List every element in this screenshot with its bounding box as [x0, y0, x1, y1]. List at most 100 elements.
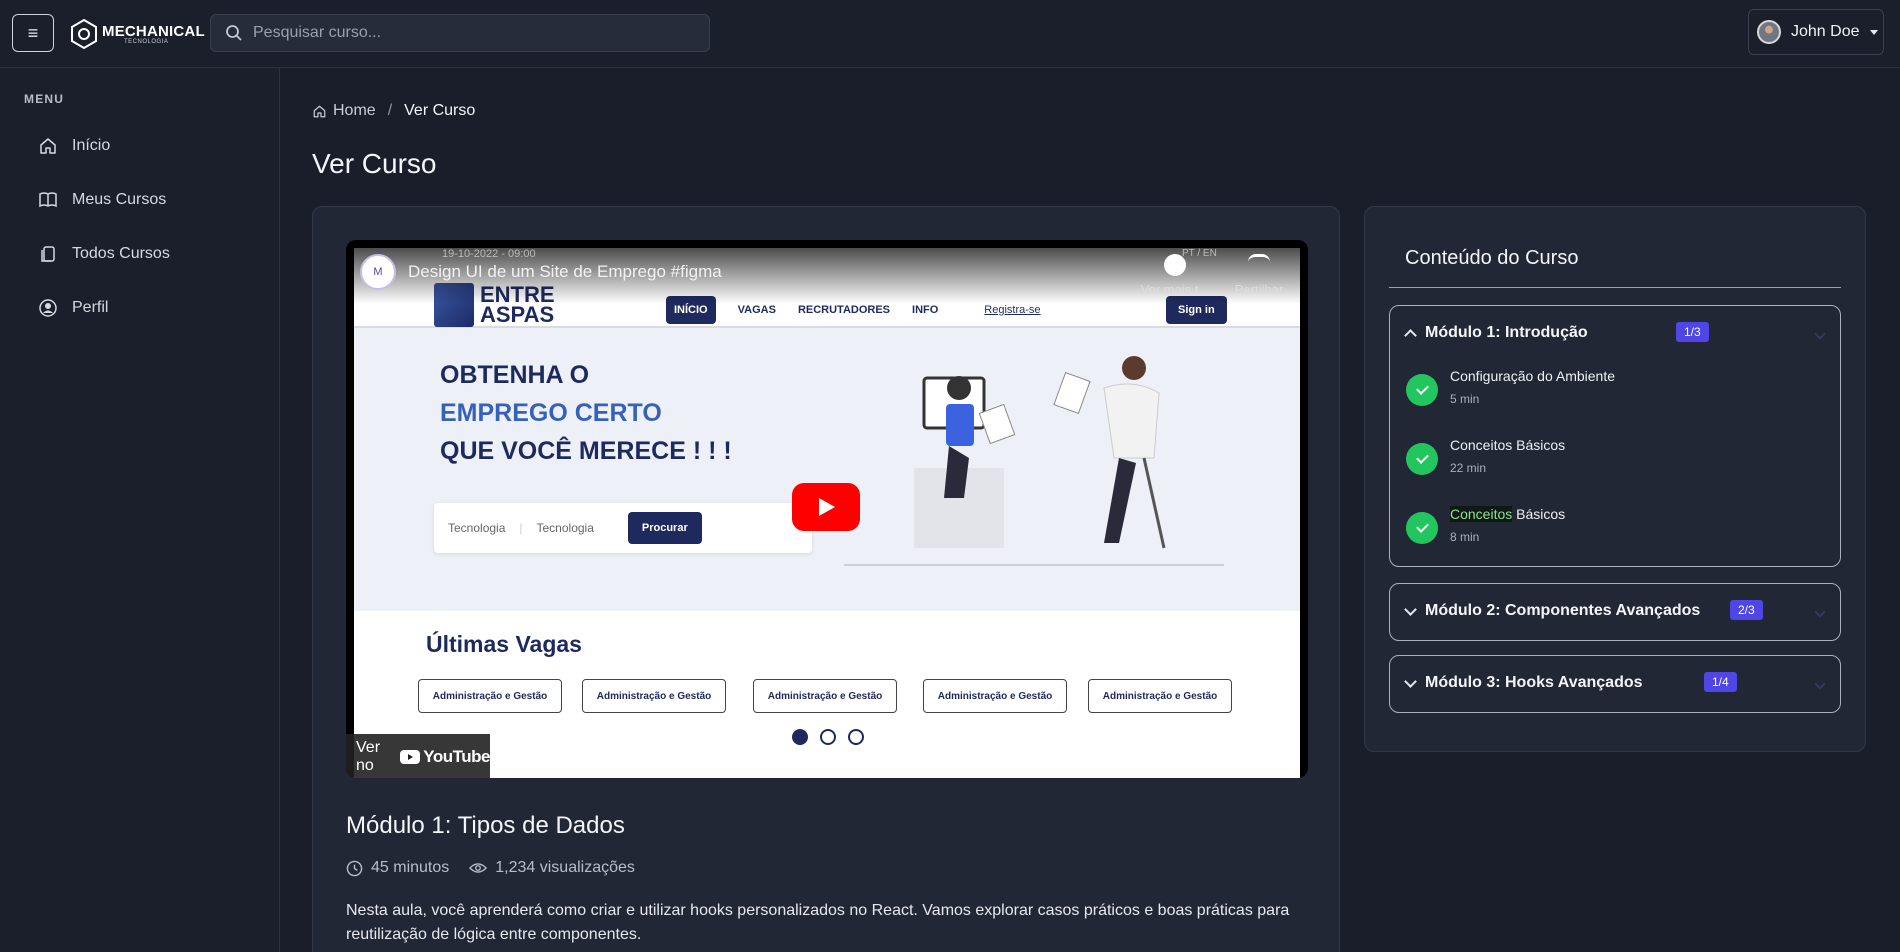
video-title[interactable]: Design UI de um Site de Emprego #figma	[408, 262, 722, 282]
lesson-meta: 45 minutos 1,234 visualizações	[346, 859, 635, 877]
lesson-views-text: 1,234 visualizações	[495, 859, 635, 876]
home-icon	[40, 138, 56, 154]
video-player[interactable]: ENTRE ASPAS INÍCIO VAGAS RECRUTADORES IN…	[346, 240, 1308, 778]
check-circle-icon	[1406, 512, 1438, 544]
check-circle-icon	[1406, 443, 1438, 475]
module-2-toggle[interactable]: Módulo 2: Componentes Avançados	[1404, 602, 1701, 620]
watch-on-youtube-button[interactable]: Ver no YouTube	[346, 734, 490, 778]
sidebar-menu-title: MENU	[24, 92, 65, 106]
caret-down-icon	[1869, 29, 1878, 35]
module-title: Módulo 3: Hooks Avançados	[1425, 674, 1643, 691]
video-site-link: VAGAS	[737, 304, 776, 316]
chevron-up-icon	[1404, 329, 1417, 342]
lesson-item-title: Configuração do Ambiente	[1450, 368, 1615, 384]
brand-logo[interactable]: MECHANICAL TECNOLOGIA	[70, 14, 205, 54]
lesson-item[interactable]: Conceitos Básicos 22 min	[1406, 437, 1565, 475]
lesson-item[interactable]: Configuração do Ambiente 5 min	[1406, 368, 1615, 406]
video-hero-select: Tecnologia	[536, 521, 594, 535]
share-icon	[1248, 254, 1270, 276]
sidebar-item-label: Todos Cursos	[72, 245, 170, 262]
breadcrumb-home-link[interactable]: Home	[312, 102, 376, 120]
video-hero-line: OBTENHA O	[440, 361, 590, 389]
lesson-title: Módulo 1: Tipos de Dados	[346, 812, 625, 839]
carousel-dot	[848, 729, 864, 745]
lesson-item[interactable]: Conceitos Básicos 8 min	[1406, 506, 1565, 544]
chevron-icon	[1814, 606, 1826, 618]
search-bar	[210, 14, 710, 52]
copy-icon	[41, 246, 55, 262]
module-1: Módulo 1: Introdução 1/3 Configuração do…	[1389, 305, 1841, 567]
sidebar-item-label: Perfil	[72, 299, 109, 316]
module-3[interactable]: Módulo 3: Hooks Avançados 1/4	[1389, 655, 1841, 713]
chevron-down-icon	[1404, 602, 1417, 616]
video-job-tag: Administração e Gestão	[753, 679, 897, 713]
module-progress-badge: 1/4	[1704, 672, 1737, 692]
home-icon	[313, 105, 326, 117]
sidebar-item-todos-cursos[interactable]: Todos Cursos	[38, 244, 170, 264]
video-date: 19-10-2022 - 09:00	[442, 248, 536, 260]
lesson-item-duration: 22 min	[1450, 461, 1487, 475]
video-site-hero: OBTENHA O EMPREGO CERTO QUE VOCÊ MERECE …	[354, 328, 1300, 611]
video-hero-line: QUE VOCÊ MERECE ! ! !	[440, 437, 732, 465]
lesson-item-title: Conceitos Básicos	[1450, 437, 1566, 453]
video-site-jobs: Últimas Vagas Administração e Gestão Adm…	[354, 611, 1300, 778]
module-progress-badge: 2/3	[1730, 600, 1763, 620]
video-hero-illustration	[914, 356, 1166, 549]
breadcrumb-current: Ver Curso	[404, 102, 476, 119]
video-hero-search: Tecnologia | Tecnologia Procurar	[434, 503, 812, 553]
video-top-overlay: M 19-10-2022 - 09:00 Design UI de um Sit…	[346, 240, 1308, 304]
module-progress-badge: 1/3	[1676, 322, 1709, 342]
clock-icon	[1164, 254, 1186, 276]
menu-toggle-button[interactable]: ≡	[12, 14, 54, 52]
course-content-title: Conteúdo do Curso	[1405, 247, 1579, 269]
lesson-description: Nesta aula, você aprenderá como criar e …	[346, 902, 1290, 943]
chevron-icon	[1814, 678, 1826, 690]
lesson-card: ENTRE ASPAS INÍCIO VAGAS RECRUTADORES IN…	[312, 206, 1340, 952]
course-content-panel: Conteúdo do Curso Módulo 1: Introdução 1…	[1364, 206, 1866, 752]
sidebar-item-label: Meus Cursos	[72, 191, 167, 208]
carousel-dot	[792, 729, 808, 745]
share-label: Partilhar	[1234, 282, 1284, 297]
youtube-play-icon	[400, 750, 421, 764]
page-title: Ver Curso	[312, 148, 437, 179]
sidebar: MENU Início Meus Cursos Todos Cursos Per…	[0, 68, 280, 952]
book-icon	[39, 192, 57, 208]
video-job-tag: Administração e Gestão	[418, 679, 562, 713]
sidebar-item-inicio[interactable]: Início	[38, 136, 110, 156]
play-button[interactable]	[792, 483, 860, 531]
avatar	[1757, 20, 1781, 44]
module-title: Módulo 1: Introdução	[1425, 324, 1588, 341]
module-3-toggle[interactable]: Módulo 3: Hooks Avançados	[1404, 674, 1643, 692]
channel-avatar[interactable]: M	[360, 254, 396, 290]
share-button[interactable]: Partilhar	[1224, 254, 1294, 297]
check-circle-icon	[1406, 374, 1438, 406]
watch-on-label: Ver no	[356, 739, 381, 774]
breadcrumb-separator: /	[387, 102, 393, 119]
watch-later-button[interactable]: Ver mais t...	[1132, 254, 1218, 297]
sidebar-item-perfil[interactable]: Perfil	[38, 298, 108, 318]
lesson-item-duration: 8 min	[1450, 530, 1480, 544]
lesson-views: 1,234 visualizações	[469, 859, 635, 877]
search-input[interactable]	[253, 24, 693, 42]
sidebar-item-meus-cursos[interactable]: Meus Cursos	[38, 190, 166, 210]
search-icon	[226, 25, 242, 41]
module-1-toggle[interactable]: Módulo 1: Introdução	[1404, 324, 1588, 342]
logo-subtitle: TECNOLOGIA	[124, 38, 169, 45]
lesson-item-duration: 5 min	[1450, 392, 1480, 406]
module-2[interactable]: Módulo 2: Componentes Avançados 2/3	[1389, 583, 1841, 641]
user-menu-button[interactable]: John Doe	[1748, 9, 1884, 55]
gear-logo-icon	[71, 18, 97, 50]
lesson-duration: 45 minutos	[346, 859, 449, 877]
carousel-dots	[792, 729, 864, 745]
chevron-down-icon	[1404, 674, 1417, 688]
breadcrumb: Home / Ver Curso	[312, 102, 475, 120]
lesson-item-title-rest: Básicos	[1512, 506, 1566, 522]
video-site-register: Registra-se	[984, 304, 1041, 316]
clock-icon	[346, 860, 363, 876]
module-title: Módulo 2: Componentes Avançados	[1425, 602, 1701, 619]
video-site-link: RECRUTADORES	[797, 304, 891, 316]
video-hero-select: Tecnologia	[448, 521, 506, 535]
breadcrumb-home-label: Home	[333, 102, 376, 119]
eye-icon	[469, 863, 488, 873]
user-name: John Doe	[1791, 23, 1860, 40]
